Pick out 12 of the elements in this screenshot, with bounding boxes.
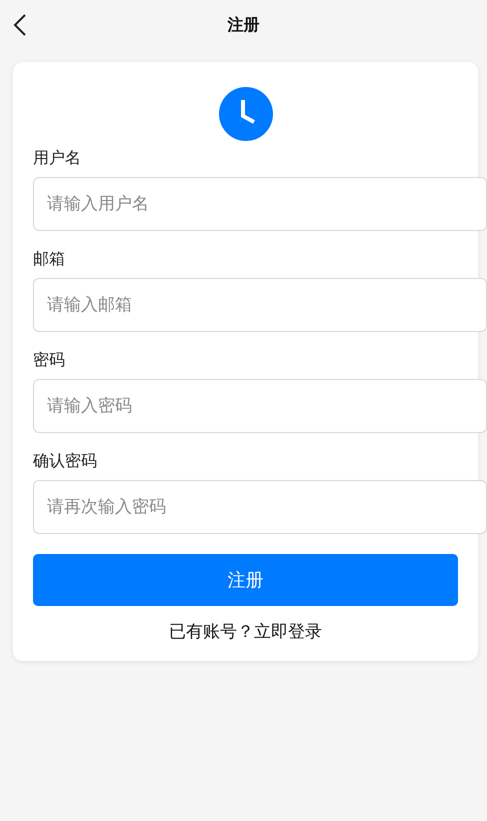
page-title: 注册 bbox=[228, 14, 260, 36]
field-label: 用户名 bbox=[33, 148, 82, 169]
input-field[interactable]: 请输入邮箱 bbox=[33, 278, 487, 332]
field-label: 密码 bbox=[33, 350, 66, 371]
input-field[interactable]: 请输入用户名 bbox=[33, 177, 487, 231]
field-label: 邮箱 bbox=[33, 249, 66, 270]
login-link[interactable]: 已有账号？立即登录 bbox=[169, 620, 322, 643]
clock-icon bbox=[218, 86, 274, 142]
register-button[interactable]: 注册 bbox=[33, 554, 458, 606]
field-label: 确认密码 bbox=[33, 451, 98, 472]
input-field[interactable]: 请输入密码 bbox=[33, 379, 487, 433]
input-field[interactable]: 请再次输入密码 bbox=[33, 480, 487, 534]
